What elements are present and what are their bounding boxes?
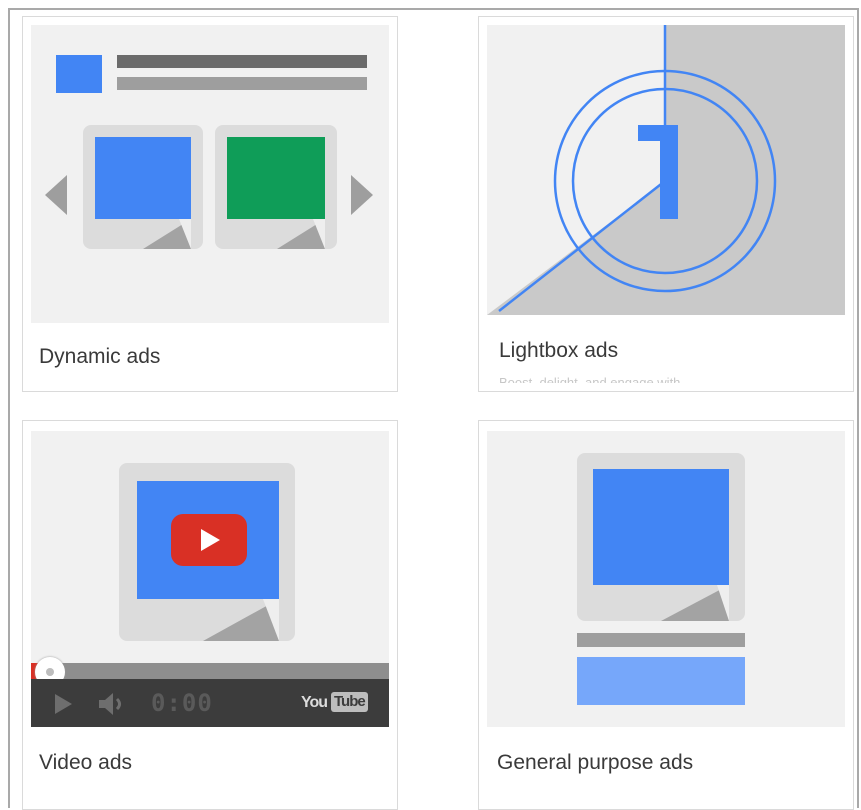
volume-icon[interactable] <box>97 691 131 717</box>
general-paper-card <box>577 453 745 621</box>
card-title: Lightbox ads <box>499 339 619 362</box>
dynamic-ads-card[interactable]: Dynamic ads <box>22 16 398 392</box>
youtube-logo-you: You <box>301 694 328 711</box>
card-subtitle: Boost, delight, and engage with <box>499 375 681 383</box>
carousel-card-blue <box>83 125 203 249</box>
lightbox-ads-card[interactable]: Lightbox ads Boost, delight, and engage … <box>478 16 854 392</box>
play-icon[interactable] <box>53 693 73 715</box>
general-purpose-ads-thumbnail <box>487 431 845 727</box>
header-square-icon <box>56 55 102 93</box>
video-paper-card <box>119 463 295 641</box>
card-title: General purpose ads <box>497 751 694 774</box>
carousel-prev-arrow-icon[interactable] <box>45 175 67 215</box>
general-blue-square <box>593 469 729 585</box>
card-title: Dynamic ads <box>39 345 161 368</box>
video-time-display: 0:00 <box>151 689 213 717</box>
video-control-bar: 0:00 You Tube <box>31 679 389 727</box>
page-curl-icon <box>143 219 203 249</box>
card-title: Video ads <box>39 751 133 774</box>
page-curl-icon <box>661 585 729 621</box>
ad-format-gallery: Dynamic ads Lightbox ads Boost, delight,… <box>8 8 859 810</box>
youtube-logo-tube: Tube <box>331 692 368 712</box>
lightbox-ads-thumbnail <box>487 25 845 315</box>
header-line-dark <box>117 55 367 68</box>
general-cta-bar <box>577 657 745 705</box>
general-purpose-ads-card[interactable]: General purpose ads <box>478 420 854 810</box>
video-ads-thumbnail: 0:00 You Tube <box>31 431 389 727</box>
page-curl-icon <box>203 599 279 641</box>
header-line-light <box>117 77 367 90</box>
blue-square <box>95 137 191 219</box>
general-text-line <box>577 633 745 647</box>
countdown-number <box>638 125 678 219</box>
carousel-card-green <box>215 125 337 249</box>
youtube-logo-icon: You Tube <box>301 691 381 715</box>
dynamic-ads-thumbnail <box>31 25 389 323</box>
video-progress-track[interactable] <box>31 663 389 679</box>
carousel-next-arrow-icon[interactable] <box>351 175 373 215</box>
video-ads-card[interactable]: 0:00 You Tube Video ads <box>22 420 398 810</box>
play-button-icon[interactable] <box>171 514 247 566</box>
green-square <box>227 137 325 219</box>
page-curl-icon <box>277 219 325 249</box>
